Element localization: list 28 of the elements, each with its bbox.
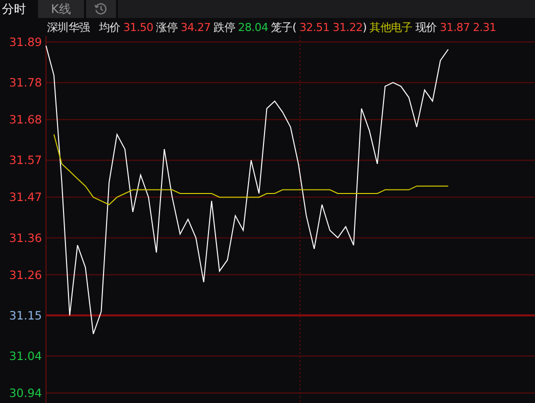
axis-label: 30.94 <box>9 386 42 400</box>
axis-label: 31.68 <box>9 112 42 127</box>
quote-text: ) <box>362 20 367 34</box>
tab[interactable]: 分时 <box>0 0 38 18</box>
axis-label: 31.57 <box>9 153 42 168</box>
quote-text: 笼子( <box>271 20 296 34</box>
axis-label: 31.89 <box>9 36 42 49</box>
quote-text: 32.51 31.22 <box>299 20 363 34</box>
quote-text: 其他电子 <box>370 20 412 34</box>
axis-label: 31.26 <box>9 268 42 282</box>
axis-label: 31.78 <box>9 76 42 90</box>
clock-history-icon <box>94 2 108 16</box>
quote-text: 跌停 <box>214 20 236 34</box>
quote-text: 涨停 <box>156 20 178 34</box>
quote-text: 2.31 <box>472 20 496 34</box>
tab[interactable]: K线 <box>38 0 86 18</box>
history-tab[interactable] <box>86 0 118 18</box>
quote-text: 31.87 <box>440 20 470 34</box>
axis-label: 31.47 <box>9 190 42 204</box>
quote-text: 28.04 <box>238 20 268 34</box>
axis-label: 31.04 <box>9 349 42 364</box>
quote-text: 34.27 <box>180 20 211 34</box>
quote-text: 均价 <box>98 20 120 34</box>
axis-label: 31.36 <box>9 230 42 245</box>
axis-label: 31.15 <box>9 308 42 322</box>
quote-text: 31.50 <box>123 20 154 34</box>
quote-text: 深圳华强 <box>47 20 90 34</box>
quote-text: 现价 <box>415 20 437 34</box>
